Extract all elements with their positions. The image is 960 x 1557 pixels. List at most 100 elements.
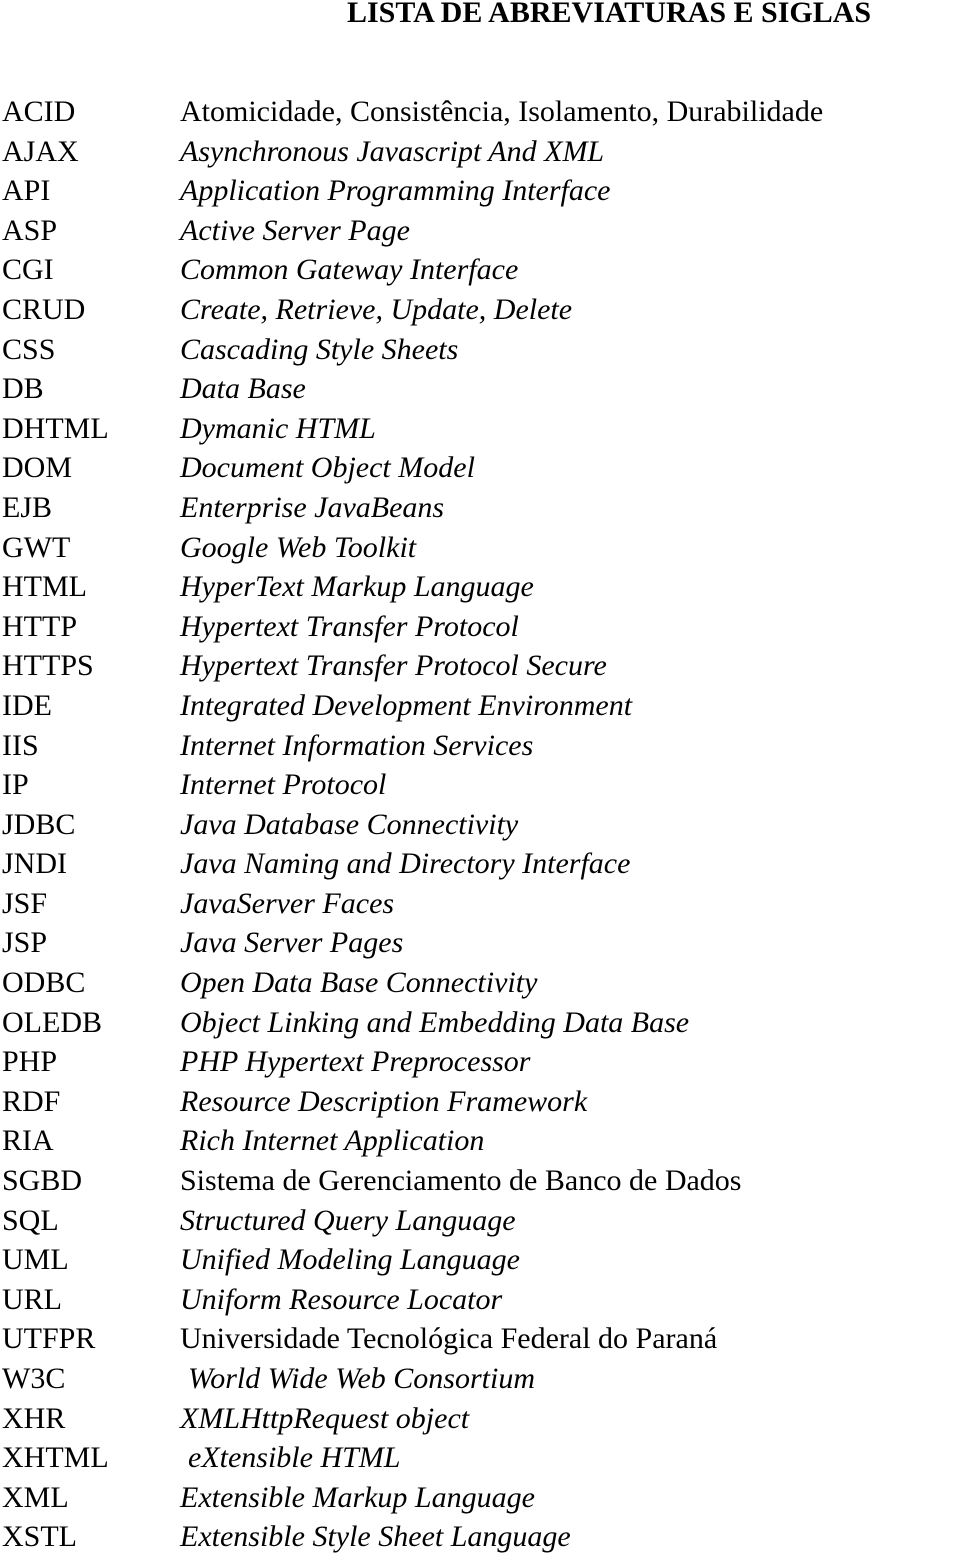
abbreviation: HTML: [2, 570, 87, 604]
list-item: IDE Integrated Development Environment: [0, 686, 960, 726]
abbreviation-meaning: PHP Hypertext Preprocessor: [180, 1045, 531, 1079]
abbreviation-meaning: Internet Information Services: [180, 728, 534, 762]
abbreviation-meaning: Dymanic HTML: [180, 411, 376, 445]
list-item: UTFPR Universidade Tecnológica Federal do…: [0, 1319, 960, 1359]
abbreviation: AJAX: [2, 134, 79, 168]
abbreviation-meaning: Atomicidade, Consistência, Isolamento, D…: [180, 95, 824, 128]
abbreviation: XSTL: [2, 1520, 77, 1554]
page-title: LISTA DE ABREVIATURAS E SIGLAS: [347, 0, 872, 29]
abbreviation-meaning: JavaServer Faces: [180, 886, 395, 920]
list-item: ACID Atomicidade, Consistência, Isolament…: [0, 92, 960, 132]
abbreviation: IIS: [2, 728, 39, 762]
abbreviation: RIA: [2, 1124, 54, 1158]
list-item: XHTML eXtensible HTML: [0, 1438, 960, 1478]
abbreviation: CRUD: [2, 292, 86, 326]
abbreviation-meaning: Application Programming Interface: [180, 174, 611, 208]
list-item: XSTL Extensible Style Sheet Language: [0, 1517, 960, 1557]
abbreviation-meaning: Rich Internet Application: [180, 1124, 485, 1158]
abbreviation: JSF: [2, 886, 48, 920]
abbreviation: IDE: [2, 688, 52, 722]
abbreviation-meaning: Java Server Pages: [180, 926, 404, 960]
abbreviation-meaning: Object Linking and Embedding Data Base: [180, 1005, 690, 1039]
abbreviation-meaning: Hypertext Transfer Protocol Secure: [180, 649, 607, 683]
list-item: JSP Java Server Pages: [0, 923, 960, 963]
abbreviation-meaning: Universidade Tecnológica Federal do Para…: [180, 1322, 718, 1356]
abbreviation: XML: [2, 1480, 69, 1514]
abbreviation: HTTPS: [2, 649, 94, 683]
list-item: HTTP Hypertext Transfer Protocol: [0, 607, 960, 647]
abbreviation-meaning: Data Base: [180, 372, 306, 406]
abbreviation-meaning: Unified Modeling Language: [180, 1243, 520, 1277]
abbreviation-meaning: Active Server Page: [180, 213, 410, 247]
abbreviation-meaning: Extensible Markup Language: [180, 1480, 535, 1514]
list-item: DOM Document Object Model: [0, 448, 960, 488]
abbreviation: XHTML: [2, 1441, 109, 1475]
abbreviation-meaning: Sistema de Gerenciamento de Banco de Dad…: [180, 1164, 742, 1198]
list-item: DB Data Base: [0, 369, 960, 409]
abbreviation: API: [2, 174, 51, 208]
list-item: HTTPS Hypertext Transfer Protocol Secure: [0, 646, 960, 686]
abbreviation: PHP: [2, 1045, 58, 1079]
list-item: CRUD Create, Retrieve, Update, Delete: [0, 290, 960, 330]
abbreviation: GWT: [2, 530, 71, 564]
list-item: JDBC Java Database Connectivity: [0, 805, 960, 845]
abbreviation: URL: [2, 1282, 62, 1316]
abbreviation-meaning: XMLHttpRequest object: [180, 1401, 470, 1435]
abbreviation: OLEDB: [2, 1005, 102, 1039]
list-item: PHP PHP Hypertext Preprocessor: [0, 1042, 960, 1082]
list-item: GWT Google Web Toolkit: [0, 528, 960, 568]
abbreviation: JNDI: [2, 847, 67, 881]
abbreviation: SQL: [2, 1203, 59, 1237]
abbreviation-meaning: Cascading Style Sheets: [180, 332, 459, 366]
abbreviation: DHTML: [2, 411, 109, 445]
abbreviation: CGI: [2, 253, 54, 287]
abbreviation-meaning: Enterprise JavaBeans: [180, 490, 445, 524]
abbreviation-meaning: HyperText Markup Language: [180, 570, 534, 604]
abbreviation-meaning: Google Web Toolkit: [180, 530, 417, 564]
list-item: UML Unified Modeling Language: [0, 1240, 960, 1280]
abbreviation: W3C: [2, 1362, 66, 1395]
list-item: URL Uniform Resource Locator: [0, 1280, 960, 1320]
abbreviation-meaning: Common Gateway Interface: [180, 253, 519, 287]
list-item: ASP Active Server Page: [0, 211, 960, 251]
abbreviation: RDF: [2, 1084, 61, 1118]
list-item: HTML HyperText Markup Language: [0, 567, 960, 607]
list-item: W3C World Wide Web Consortium: [0, 1359, 960, 1399]
list-item: CGI Common Gateway Interface: [0, 250, 960, 290]
abbreviation-meaning: Internet Protocol: [180, 768, 387, 802]
abbreviation: DB: [2, 372, 44, 406]
list-item: XHR XMLHttpRequest object: [0, 1399, 960, 1439]
list-item: XML Extensible Markup Language: [0, 1478, 960, 1518]
abbreviation: HTTP: [2, 609, 77, 643]
list-item: ODBC Open Data Base Connectivity: [0, 963, 960, 1003]
list-item: AJAX Asynchronous Javascript And XML: [0, 132, 960, 172]
abbreviation: CSS: [2, 332, 56, 366]
abbreviation-meaning: World Wide Web Consortium: [188, 1362, 535, 1395]
abbreviation-list: ACID Atomicidade, Consistência, Isolament…: [0, 92, 960, 1557]
abbreviation: UML: [2, 1243, 69, 1277]
abbreviation: ASP: [2, 213, 58, 247]
abbreviation: JDBC: [2, 807, 76, 841]
abbreviation: ODBC: [2, 966, 86, 1000]
abbreviation-meaning: Java Naming and Directory Interface: [180, 847, 631, 881]
list-item: RIA Rich Internet Application: [0, 1121, 960, 1161]
list-item: OLEDB Object Linking and Embedding Data B…: [0, 1003, 960, 1043]
abbreviation: EJB: [2, 490, 53, 524]
abbreviation-meaning: Uniform Resource Locator: [180, 1282, 503, 1316]
abbreviation-meaning: Java Database Connectivity: [180, 807, 519, 841]
abbreviation-meaning: Extensible Style Sheet Language: [180, 1520, 571, 1554]
list-item: API Application Programming Interface: [0, 171, 960, 211]
abbreviation: ACID: [2, 95, 76, 128]
list-item: RDF Resource Description Framework: [0, 1082, 960, 1122]
abbreviation-meaning: Resource Description Framework: [180, 1084, 588, 1118]
abbreviation: XHR: [2, 1401, 66, 1435]
abbreviation-meaning: Hypertext Transfer Protocol: [180, 609, 519, 643]
list-item: JSF JavaServer Faces: [0, 884, 960, 924]
abbreviation: JSP: [2, 926, 48, 960]
abbreviation-meaning: eXtensible HTML: [188, 1441, 401, 1475]
list-item: EJB Enterprise JavaBeans: [0, 488, 960, 528]
abbreviation-meaning: Document Object Model: [180, 451, 475, 485]
abbreviation-meaning: Open Data Base Connectivity: [180, 966, 538, 1000]
abbreviation: IP: [2, 768, 29, 802]
list-item: IP Internet Protocol: [0, 765, 960, 805]
